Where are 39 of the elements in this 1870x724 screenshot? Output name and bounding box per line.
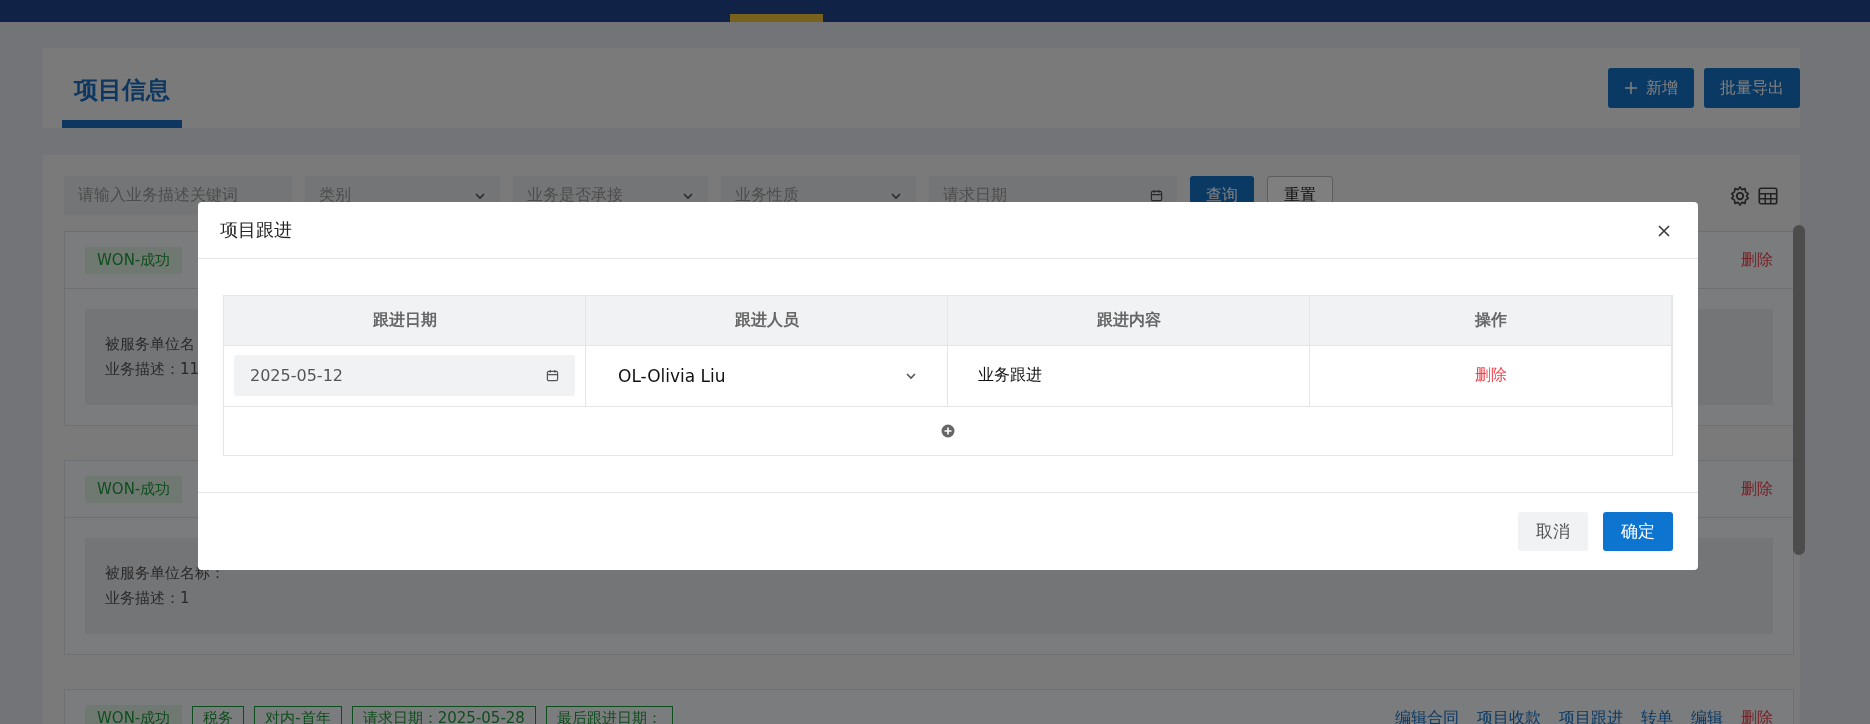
content-field[interactable]: 业务跟进 [958,355,1062,397]
plus-icon [1624,81,1638,95]
calendar-icon [546,369,559,383]
column-header: 跟进内容 [948,295,1310,345]
info-tag: 请求日期：2025-05-28 [351,705,536,724]
add-row-icon[interactable] [941,423,955,438]
page-title-tab[interactable]: 项目信息 [62,74,182,128]
delete-link[interactable]: 删除 [1468,364,1513,388]
status-tag: WON-成功 [85,246,183,274]
action-link[interactable]: 编辑 [1691,707,1723,724]
description-text: 业务描述：1 [105,589,190,608]
dialog-title: 项目跟进 [220,217,292,242]
delete-link[interactable]: 删除 [1741,707,1773,724]
delete-link[interactable]: 删除 [1741,249,1773,271]
table-icon[interactable] [1757,184,1779,207]
calendar-icon [1150,189,1163,202]
action-link[interactable]: 编辑合同 [1395,707,1459,724]
column-header: 操作 [1310,295,1672,345]
confirm-button[interactable]: 确定 [1603,511,1673,551]
info-tag: 最后跟进日期： [545,705,673,724]
info-tag: 税务 [192,705,245,724]
add-button[interactable]: 新增 [1608,68,1694,108]
cancel-button[interactable]: 取消 [1518,511,1588,551]
description-text: 业务描述：11 [105,360,200,379]
person-select[interactable]: OL-Olivia Liu [596,355,937,397]
action-link[interactable]: 项目跟进 [1559,707,1623,724]
scrollbar-thumb[interactable] [1793,225,1805,555]
column-header: 跟进人员 [586,295,948,345]
column-header: 跟进日期 [224,295,586,345]
settings-icon[interactable] [1729,184,1751,207]
action-link[interactable]: 项目收款 [1477,707,1541,724]
action-link[interactable]: 转单 [1641,707,1673,724]
status-tag: WON-成功 [85,475,183,503]
delete-link[interactable]: 删除 [1741,478,1773,500]
status-tag: WON-成功 [85,704,183,724]
info-tag: 对内-首年 [254,705,342,724]
export-button[interactable]: 批量导出 [1704,68,1800,108]
date-field[interactable]: 2025-05-12 [234,355,575,397]
client-label: 被服务单位名 [105,335,195,354]
